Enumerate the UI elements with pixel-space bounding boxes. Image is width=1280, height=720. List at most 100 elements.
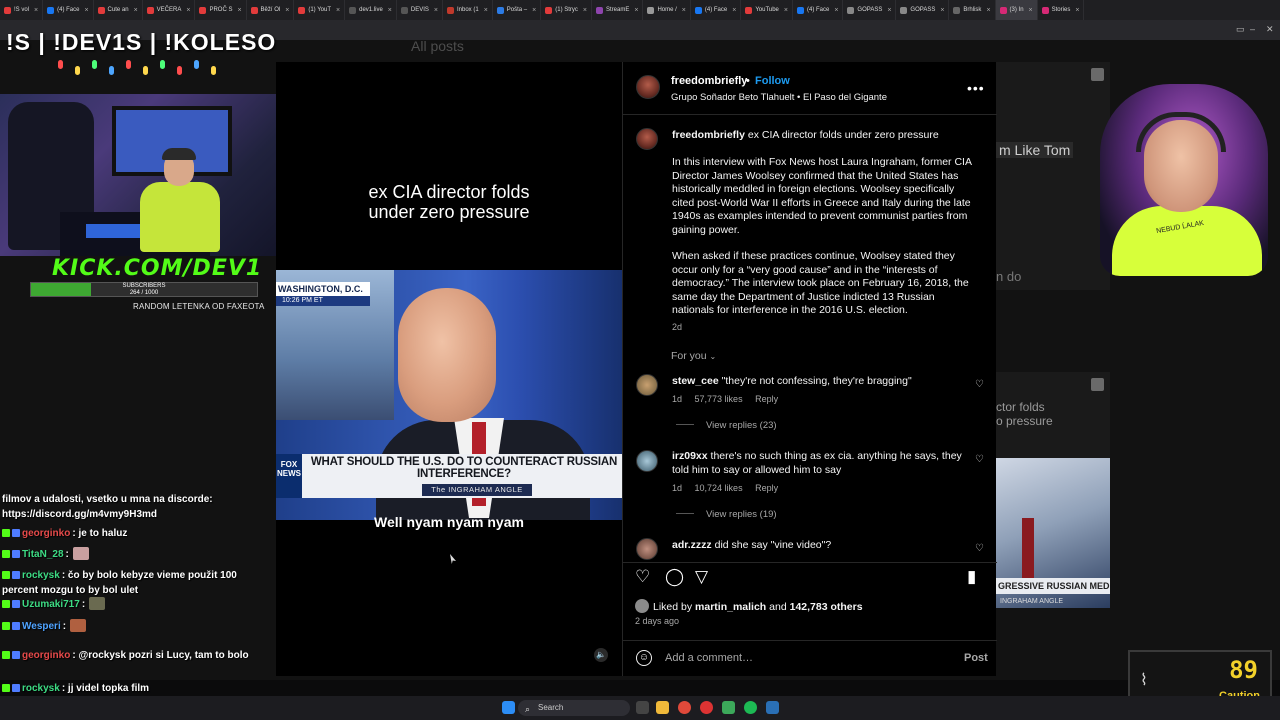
browser-tab[interactable]: PROČ S × bbox=[195, 0, 247, 20]
taskbar-search[interactable]: ⌕ Search bbox=[518, 700, 630, 716]
browser-tab[interactable]: Běží Ol × bbox=[247, 0, 295, 20]
tab-close-icon[interactable]: × bbox=[186, 7, 190, 14]
browser-tab[interactable]: YouTube × bbox=[741, 0, 793, 20]
chat-username[interactable]: georginko bbox=[22, 528, 70, 539]
like-comment-icon[interactable]: ♡ bbox=[975, 455, 985, 465]
browser-tab[interactable]: !S vol × bbox=[0, 0, 44, 20]
comment-username[interactable]: irz09xx bbox=[672, 450, 708, 462]
chat-username[interactable]: Wesperi bbox=[22, 621, 61, 632]
tab-close-icon[interactable]: × bbox=[887, 7, 891, 14]
background-post-tile[interactable]: ctor folds o pressure bbox=[996, 372, 1110, 458]
chat-username[interactable]: rockysk bbox=[22, 570, 60, 581]
save-bookmark-icon[interactable]: ▮ bbox=[967, 568, 976, 586]
browser-tab[interactable]: Inbox (1 × bbox=[443, 0, 493, 20]
browser-tab[interactable]: VEČERA × bbox=[143, 0, 196, 20]
tab-close-icon[interactable]: × bbox=[434, 7, 438, 14]
browser-tab[interactable]: GOPASS × bbox=[843, 0, 897, 20]
commenter-avatar[interactable] bbox=[636, 374, 658, 396]
start-icon[interactable] bbox=[502, 701, 515, 714]
comment-likes[interactable]: 10,724 likes bbox=[695, 483, 743, 493]
browser-tab[interactable]: DEVIS × bbox=[397, 0, 443, 20]
follow-button[interactable]: Follow bbox=[755, 75, 790, 87]
tab-close-icon[interactable]: × bbox=[134, 7, 138, 14]
browser-tab[interactable]: (1) Stryc × bbox=[541, 0, 592, 20]
browser-tab[interactable]: (4) Face × bbox=[691, 0, 742, 20]
spotify-icon[interactable] bbox=[744, 701, 757, 714]
chrome-icon[interactable] bbox=[678, 701, 691, 714]
browser-tab[interactable]: (1) YouT × bbox=[294, 0, 346, 20]
browser-tab[interactable]: Home / × bbox=[643, 0, 691, 20]
browser-tab[interactable]: GOPASS × bbox=[896, 0, 950, 20]
chat-username[interactable]: TitaN_28 bbox=[22, 549, 64, 560]
close-window-icon[interactable]: ✕ bbox=[1266, 24, 1274, 35]
tab-close-icon[interactable]: × bbox=[1075, 7, 1079, 14]
background-post-thumbnail[interactable]: GRESSIVE RUSSIAN MEDD INGRAHAM ANGLE bbox=[996, 458, 1110, 608]
comment-sort-dropdown[interactable]: For you ⌄ bbox=[671, 350, 716, 362]
browser-tab[interactable]: (3) In × bbox=[995, 0, 1038, 20]
browser-tab[interactable]: (4) Face × bbox=[43, 0, 94, 20]
tab-close-icon[interactable]: × bbox=[834, 7, 838, 14]
file-explorer-icon[interactable] bbox=[656, 701, 669, 714]
like-icon[interactable]: ♡ bbox=[635, 568, 650, 586]
tab-close-icon[interactable]: × bbox=[940, 7, 944, 14]
browser-tab[interactable]: (4) Face × bbox=[793, 0, 844, 20]
tab-close-icon[interactable]: × bbox=[285, 7, 289, 14]
likes-count[interactable]: 142,783 others bbox=[790, 601, 863, 613]
comment-icon[interactable]: ◯ bbox=[665, 568, 684, 586]
app-icon[interactable] bbox=[700, 701, 713, 714]
tab-close-icon[interactable]: × bbox=[388, 7, 392, 14]
comment-username[interactable]: adr.zzzz bbox=[672, 539, 712, 551]
emoji-icon[interactable]: ☺ bbox=[636, 650, 652, 666]
liker-username[interactable]: martin_malich bbox=[695, 601, 766, 613]
tab-close-icon[interactable]: × bbox=[732, 7, 736, 14]
post-location[interactable]: Grupo Soñador Beto Tlahuelt • El Paso de… bbox=[671, 92, 887, 103]
browser-tab[interactable]: dev1.live × bbox=[345, 0, 397, 20]
caption-avatar[interactable] bbox=[636, 128, 658, 150]
liker-avatar[interactable] bbox=[635, 599, 649, 613]
tab-close-icon[interactable]: × bbox=[484, 7, 488, 14]
tab-close-icon[interactable]: × bbox=[336, 7, 340, 14]
background-post-tile[interactable]: m Like Tom n do bbox=[996, 62, 1110, 290]
tab-close-icon[interactable]: × bbox=[583, 7, 587, 14]
chat-username[interactable]: georginko bbox=[22, 650, 70, 661]
tab-close-icon[interactable]: × bbox=[1029, 7, 1033, 14]
commenter-avatar[interactable] bbox=[636, 538, 658, 560]
view-replies-button[interactable]: View replies (23) bbox=[676, 420, 777, 431]
tab-close-icon[interactable]: × bbox=[634, 7, 638, 14]
caption-username[interactable]: freedombriefly bbox=[672, 129, 745, 141]
tab-close-icon[interactable]: × bbox=[532, 7, 536, 14]
likes-summary[interactable]: Liked by martin_malich and 142,783 other… bbox=[653, 601, 863, 613]
share-icon[interactable]: ▽ bbox=[695, 568, 708, 586]
comment-username[interactable]: stew_cee bbox=[672, 375, 719, 387]
spreadsheet-icon[interactable] bbox=[722, 701, 735, 714]
view-replies-button[interactable]: View replies (19) bbox=[676, 509, 777, 520]
comment-reply-button[interactable]: Reply bbox=[755, 394, 778, 404]
tab-close-icon[interactable]: × bbox=[682, 7, 686, 14]
comment-input[interactable]: Add a comment… bbox=[665, 652, 753, 664]
browser-tab[interactable]: Brhlisk × bbox=[949, 0, 996, 20]
tab-close-icon[interactable]: × bbox=[784, 7, 788, 14]
commenter-avatar[interactable] bbox=[636, 450, 658, 472]
task-view-icon[interactable] bbox=[636, 701, 649, 714]
browser-tab[interactable]: Pošta – × bbox=[493, 0, 542, 20]
chat-username[interactable]: rockysk bbox=[22, 683, 60, 694]
author-username[interactable]: freedombriefly bbox=[671, 75, 747, 87]
more-options-icon[interactable]: ••• bbox=[967, 80, 985, 96]
tab-close-icon[interactable]: × bbox=[986, 7, 990, 14]
tab-close-icon[interactable]: × bbox=[84, 7, 88, 14]
minimize-icon[interactable]: – bbox=[1250, 24, 1255, 34]
comment-reply-button[interactable]: Reply bbox=[755, 483, 778, 493]
chat-username[interactable]: Uzumaki717 bbox=[22, 599, 80, 610]
comment-likes[interactable]: 57,773 likes bbox=[695, 394, 743, 404]
steam-icon[interactable] bbox=[766, 701, 779, 714]
like-comment-icon[interactable]: ♡ bbox=[975, 380, 985, 390]
tab-close-icon[interactable]: × bbox=[237, 7, 241, 14]
tab-close-icon[interactable]: × bbox=[34, 7, 38, 14]
reel-video-player[interactable]: ex CIA director folds under zero pressur… bbox=[276, 62, 622, 676]
browser-tab[interactable]: Cute an × bbox=[94, 0, 143, 20]
cast-icon[interactable]: ▭ bbox=[1236, 24, 1245, 35]
author-avatar[interactable] bbox=[636, 75, 660, 99]
post-comment-button[interactable]: Post bbox=[964, 652, 988, 664]
like-comment-icon[interactable]: ♡ bbox=[975, 544, 985, 554]
browser-tab[interactable]: Stories × bbox=[1038, 0, 1085, 20]
